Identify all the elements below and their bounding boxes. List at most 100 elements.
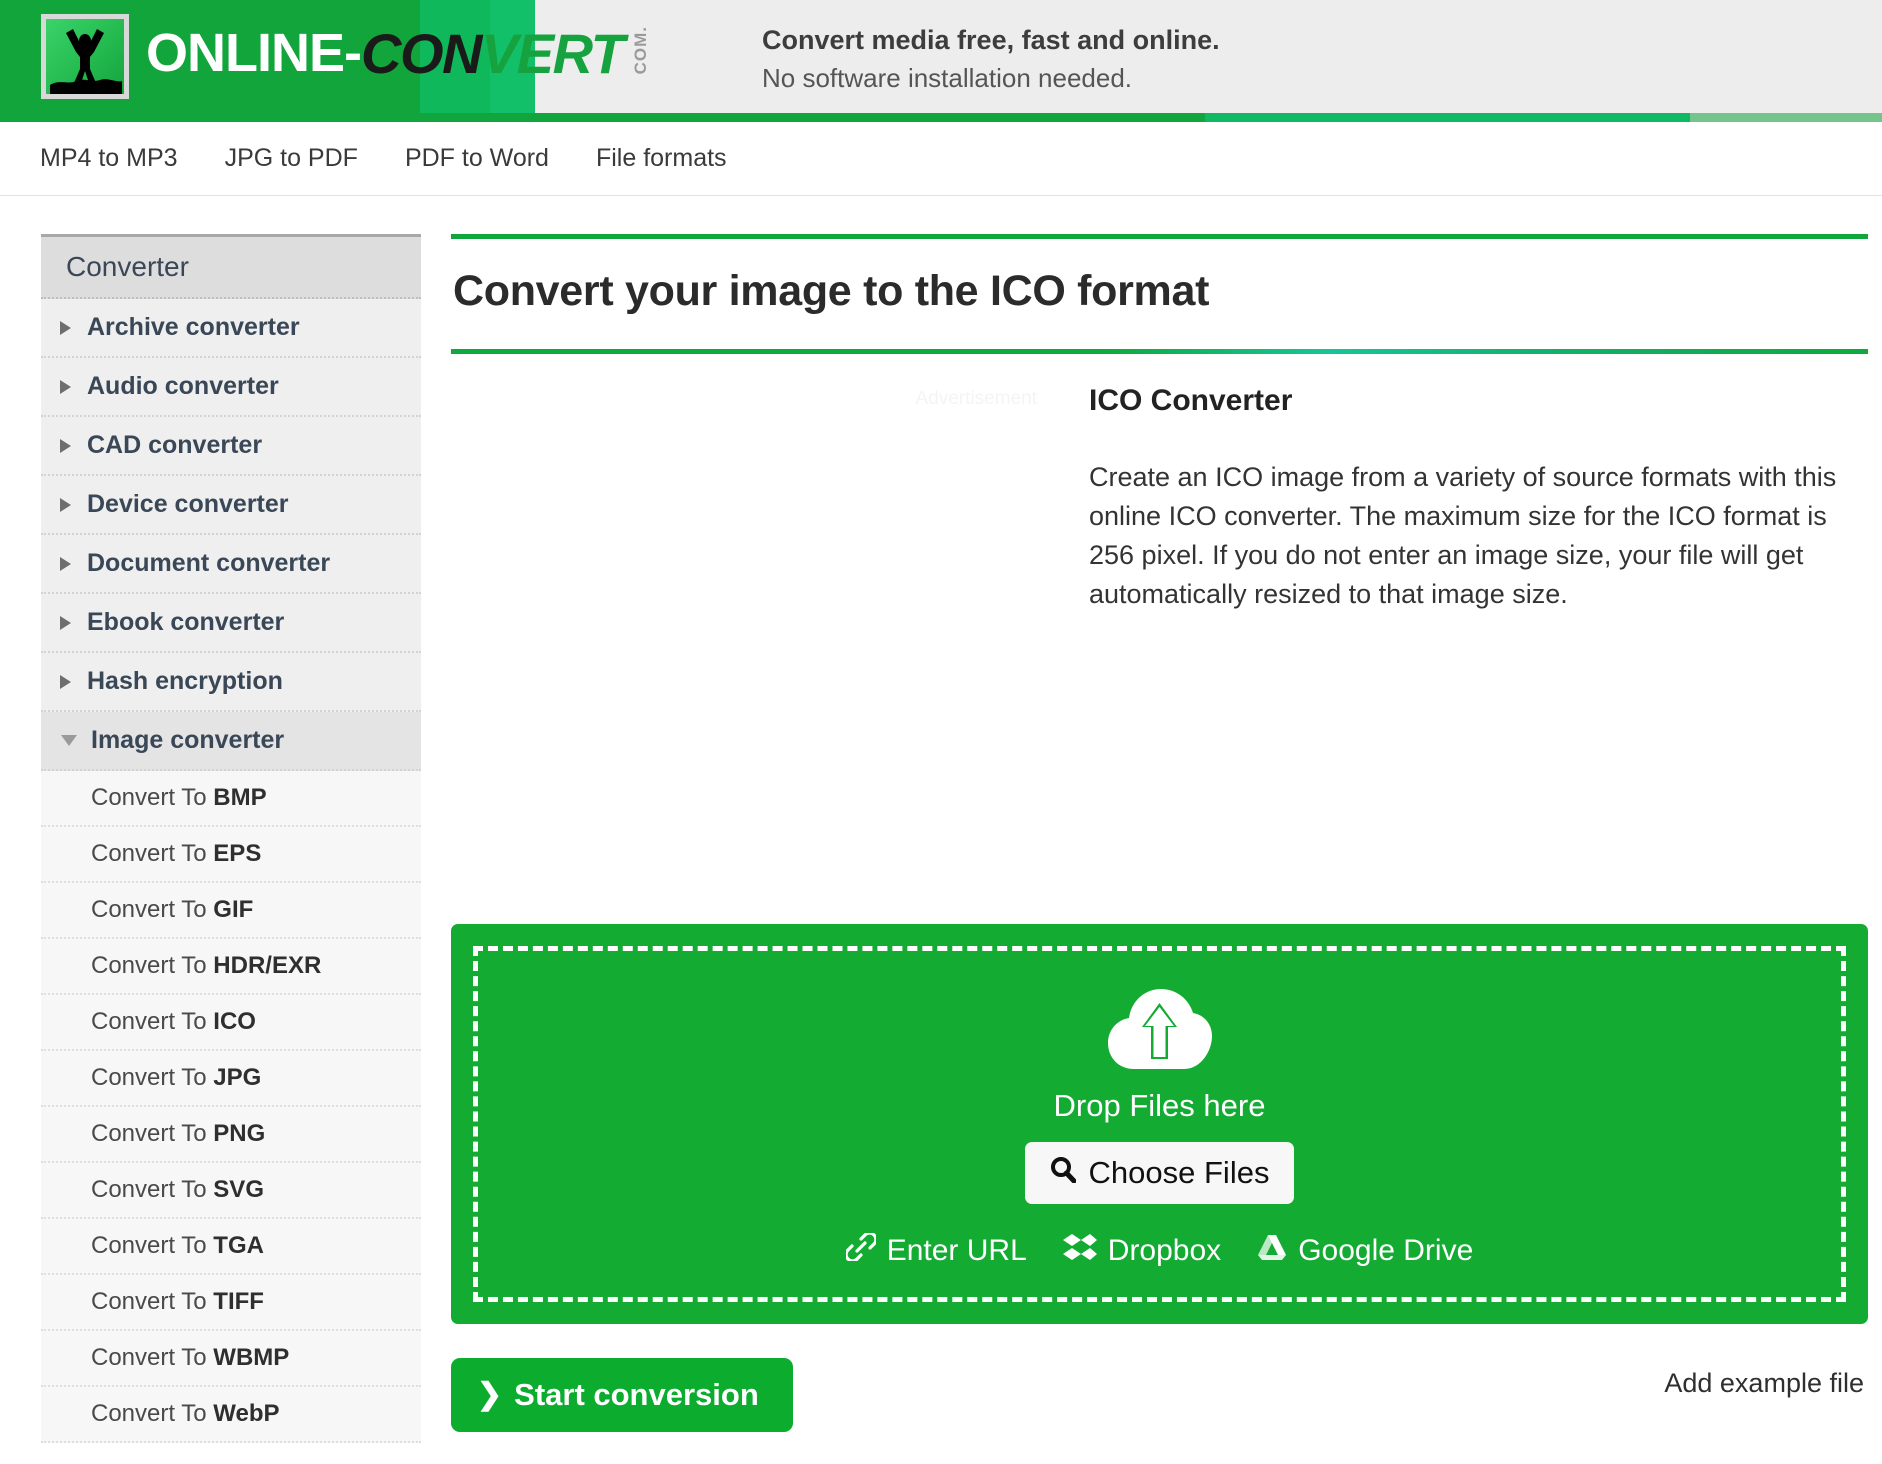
chevron-right-icon (60, 675, 71, 689)
accent-bar-seg-2 (1205, 113, 1690, 122)
start-conversion-button[interactable]: ❯ Start conversion (451, 1358, 793, 1432)
choose-files-button[interactable]: Choose Files (1025, 1142, 1295, 1204)
sidebar-subitem-convert-to-jpg[interactable]: Convert To JPG (41, 1051, 421, 1107)
sidebar-subitem-convert-to-png[interactable]: Convert To PNG (41, 1107, 421, 1163)
dropzone-text: Drop Files here (1054, 1088, 1266, 1124)
person-celebrating-logo-icon (46, 19, 124, 94)
subitem-prefix: Convert To (91, 1176, 213, 1203)
add-example-file-link[interactable]: Add example file (1664, 1368, 1864, 1399)
subitem-prefix: Convert To (91, 1120, 213, 1147)
sidebar-item-label: Document converter (87, 549, 330, 578)
site-header: ONLINE - CON VERT COM. Convert media fre… (0, 0, 1882, 113)
sidebar-subitem-convert-to-webp[interactable]: Convert To WebP (41, 1387, 421, 1443)
subitem-format: WBMP (213, 1344, 289, 1371)
subitem-format: JPG (213, 1064, 261, 1091)
cloud-upload-icon (1106, 985, 1214, 1078)
nav-item-file-formats[interactable]: File formats (596, 144, 727, 173)
google-drive-label: Google Drive (1298, 1234, 1473, 1268)
accent-bar-seg-3 (1690, 113, 1882, 122)
sidebar-item-label: Ebook converter (87, 608, 284, 637)
start-conversion-label: Start conversion (514, 1377, 759, 1413)
site-wordmark[interactable]: ONLINE - CON VERT COM. (146, 18, 651, 88)
link-icon (846, 1233, 876, 1269)
nav-item-pdf-to-word[interactable]: PDF to Word (405, 144, 549, 173)
subitem-prefix: Convert To (91, 1400, 213, 1427)
subitem-format: TGA (213, 1232, 264, 1259)
action-row: ❯ Start conversion Add example file (451, 1358, 1868, 1432)
sidebar-item-cad-converter[interactable]: CAD converter (41, 417, 421, 476)
subitem-prefix: Convert To (91, 952, 213, 979)
sidebar-subitem-convert-to-wbmp[interactable]: Convert To WBMP (41, 1331, 421, 1387)
subitem-format: SVG (213, 1176, 264, 1203)
sidebar-subitem-convert-to-ico[interactable]: Convert To ICO (41, 995, 421, 1051)
title-rule-top (451, 234, 1868, 239)
subitem-format: WebP (213, 1400, 279, 1427)
nav-item-jpg-to-pdf[interactable]: JPG to PDF (225, 144, 358, 173)
chevron-down-icon (61, 735, 77, 746)
subitem-format: BMP (213, 784, 266, 811)
converter-info-body: Create an ICO image from a variety of so… (1089, 458, 1868, 614)
search-icon (1050, 1155, 1076, 1191)
sidebar-item-image-converter[interactable]: Image converter (41, 712, 421, 771)
subitem-format: EPS (213, 840, 261, 867)
sidebar-subitem-convert-to-eps[interactable]: Convert To EPS (41, 827, 421, 883)
sidebar-subitem-convert-to-hdr-exr[interactable]: Convert To HDR/EXR (41, 939, 421, 995)
google-drive-icon (1257, 1233, 1287, 1269)
sidebar-item-label: Audio converter (87, 372, 279, 401)
chevron-right-icon (60, 321, 71, 335)
sidebar-subitem-convert-to-gif[interactable]: Convert To GIF (41, 883, 421, 939)
dropbox-icon (1063, 1233, 1097, 1269)
wordmark-dash: - (344, 22, 361, 84)
chevron-right-icon (60, 557, 71, 571)
sidebar-item-archive-converter[interactable]: Archive converter (41, 299, 421, 358)
enter-url-link[interactable]: Enter URL (846, 1233, 1027, 1269)
enter-url-label: Enter URL (887, 1234, 1027, 1268)
dropzone-inner: Drop Files here Choose Files (473, 946, 1846, 1302)
subitem-format: HDR/EXR (213, 952, 321, 979)
main-content: Convert your image to the ICO format Adv… (451, 234, 1868, 1432)
google-drive-link[interactable]: Google Drive (1257, 1233, 1473, 1269)
subitem-format: ICO (213, 1008, 256, 1035)
subitem-prefix: Convert To (91, 784, 213, 811)
wordmark-vert: VERT (481, 21, 623, 86)
sidebar-subitem-convert-to-svg[interactable]: Convert To SVG (41, 1163, 421, 1219)
chevron-right-icon (60, 439, 71, 453)
info-row: Advertisement ICO Converter Create an IC… (451, 384, 1868, 914)
accent-bar-seg-1 (0, 113, 1205, 122)
sidebar-item-device-converter[interactable]: Device converter (41, 476, 421, 535)
subitem-prefix: Convert To (91, 840, 213, 867)
chevron-right-icon (60, 616, 71, 630)
wordmark-con: CON (361, 21, 481, 86)
dropbox-link[interactable]: Dropbox (1063, 1233, 1221, 1269)
tagline-line-2: No software installation needed. (762, 59, 1220, 97)
subitem-prefix: Convert To (91, 1288, 213, 1315)
sidebar-subitem-convert-to-tga[interactable]: Convert To TGA (41, 1219, 421, 1275)
advertisement-slot: Advertisement (451, 384, 1061, 914)
sidebar-item-hash-encryption[interactable]: Hash encryption (41, 653, 421, 712)
sidebar-item-audio-converter[interactable]: Audio converter (41, 358, 421, 417)
sidebar-subitem-convert-to-bmp[interactable]: Convert To BMP (41, 771, 421, 827)
wordmark-online: ONLINE (146, 22, 344, 84)
sidebar-item-document-converter[interactable]: Document converter (41, 535, 421, 594)
sidebar-item-label: Device converter (87, 490, 289, 519)
site-logo[interactable] (41, 14, 129, 99)
subitem-prefix: Convert To (91, 1008, 213, 1035)
sidebar-item-label: Hash encryption (87, 667, 283, 696)
chevron-right-icon (60, 380, 71, 394)
choose-files-label: Choose Files (1089, 1155, 1270, 1191)
sidebar-item-label: Image converter (91, 726, 284, 755)
sidebar-item-ebook-converter[interactable]: Ebook converter (41, 594, 421, 653)
dropbox-label: Dropbox (1108, 1234, 1221, 1268)
subitem-prefix: Convert To (91, 896, 213, 923)
wordmark-domain: COM. (631, 26, 651, 74)
nav-item-mp4-to-mp3[interactable]: MP4 to MP3 (40, 144, 178, 173)
converter-info-heading: ICO Converter (1089, 384, 1868, 418)
sidebar-subitem-convert-to-tiff[interactable]: Convert To TIFF (41, 1275, 421, 1331)
converter-info: ICO Converter Create an ICO image from a… (1061, 384, 1868, 914)
subitem-format: PNG (213, 1120, 265, 1147)
sidebar-item-label: CAD converter (87, 431, 262, 460)
title-rule-bottom (451, 349, 1868, 354)
header-accent-bar (0, 113, 1882, 122)
file-dropzone[interactable]: Drop Files here Choose Files (451, 924, 1868, 1324)
sidebar: Converter Archive converter Audio conver… (41, 234, 421, 1443)
